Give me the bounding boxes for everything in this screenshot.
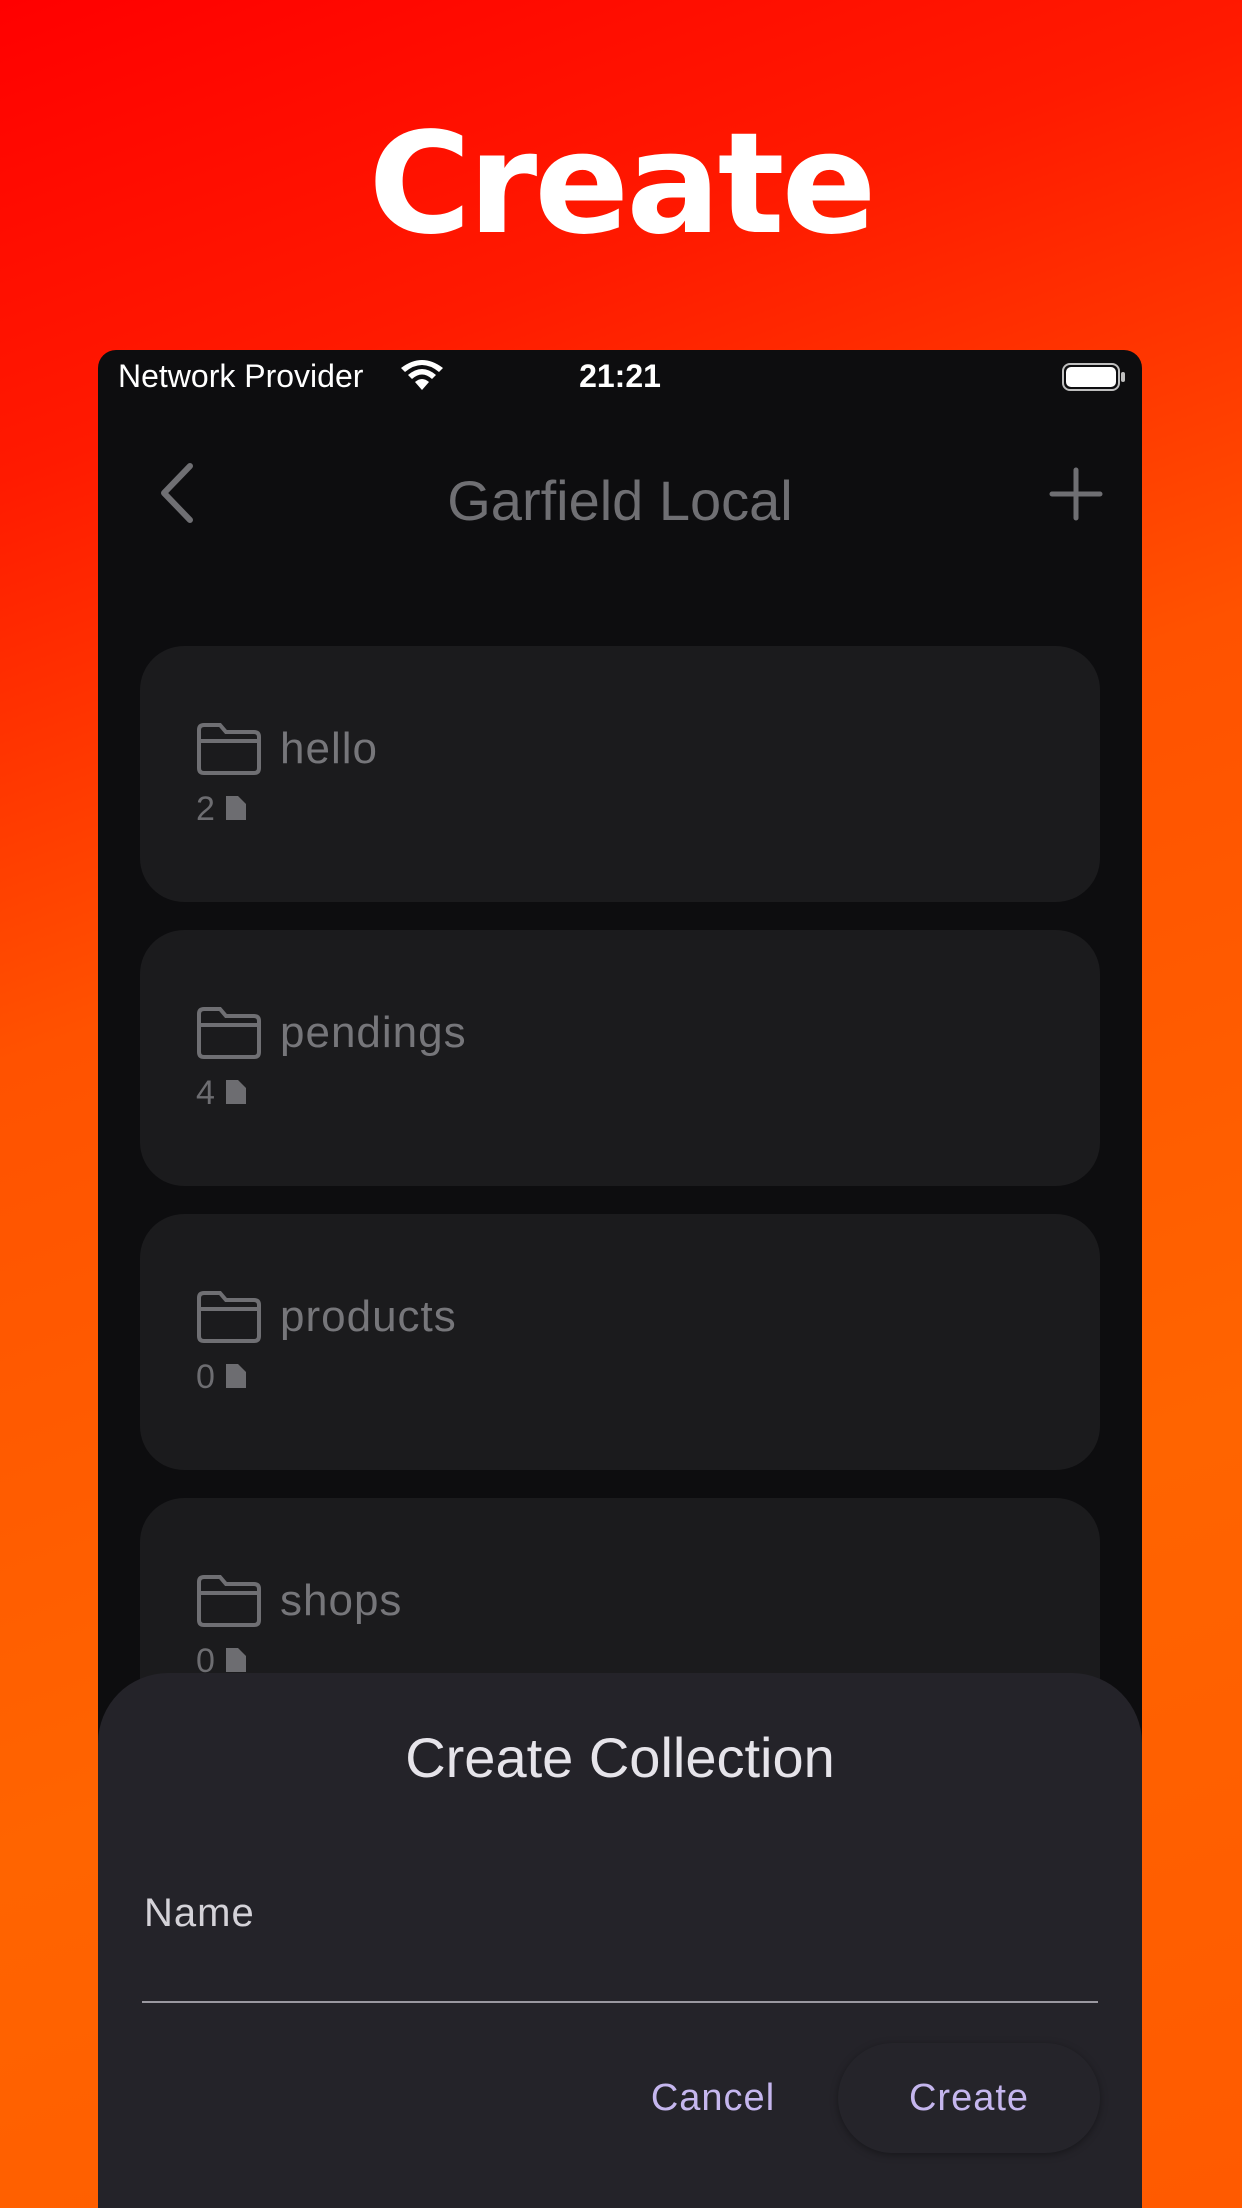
battery-icon <box>1062 363 1125 391</box>
document-count: 0 <box>196 1358 215 1396</box>
create-collection-sheet: Create Collection Name Cancel Create <box>98 1673 1142 2208</box>
collection-name: hello <box>280 724 378 773</box>
navigation-bar: Garfield Local <box>98 428 1142 558</box>
page-title: Garfield Local <box>447 469 793 532</box>
collection-name: shops <box>280 1576 403 1625</box>
status-time: 21:21 <box>579 358 661 394</box>
name-field-label: Name <box>144 1891 255 1935</box>
document-count: 4 <box>196 1074 215 1112</box>
sheet-title: Create Collection <box>405 1726 835 1789</box>
document-icon <box>226 796 246 820</box>
document-icon <box>226 1648 246 1672</box>
plus-icon[interactable] <box>1048 466 1104 522</box>
collection-card[interactable]: pendings 4 <box>140 930 1100 1186</box>
collection-name: products <box>280 1292 457 1341</box>
hero-title: Create <box>368 103 876 266</box>
collection-card[interactable]: products 0 <box>140 1214 1100 1470</box>
folder-icon <box>197 1575 261 1627</box>
document-icon <box>226 1080 246 1104</box>
collection-card[interactable]: hello 2 <box>140 646 1100 902</box>
document-icon <box>226 1364 246 1388</box>
document-count: 2 <box>196 790 215 828</box>
folder-icon <box>197 1007 261 1059</box>
folder-icon <box>197 1291 261 1343</box>
create-button[interactable]: Create <box>838 2043 1100 2153</box>
collection-name: pendings <box>280 1008 467 1057</box>
cancel-button[interactable]: Cancel <box>628 2053 798 2143</box>
name-input[interactable] <box>142 1943 1098 2003</box>
status-bar: Network Provider 21:21 <box>98 350 1142 408</box>
phone-screen: Network Provider 21:21 Garfield Local he… <box>98 350 1142 2208</box>
folder-icon <box>197 723 261 775</box>
